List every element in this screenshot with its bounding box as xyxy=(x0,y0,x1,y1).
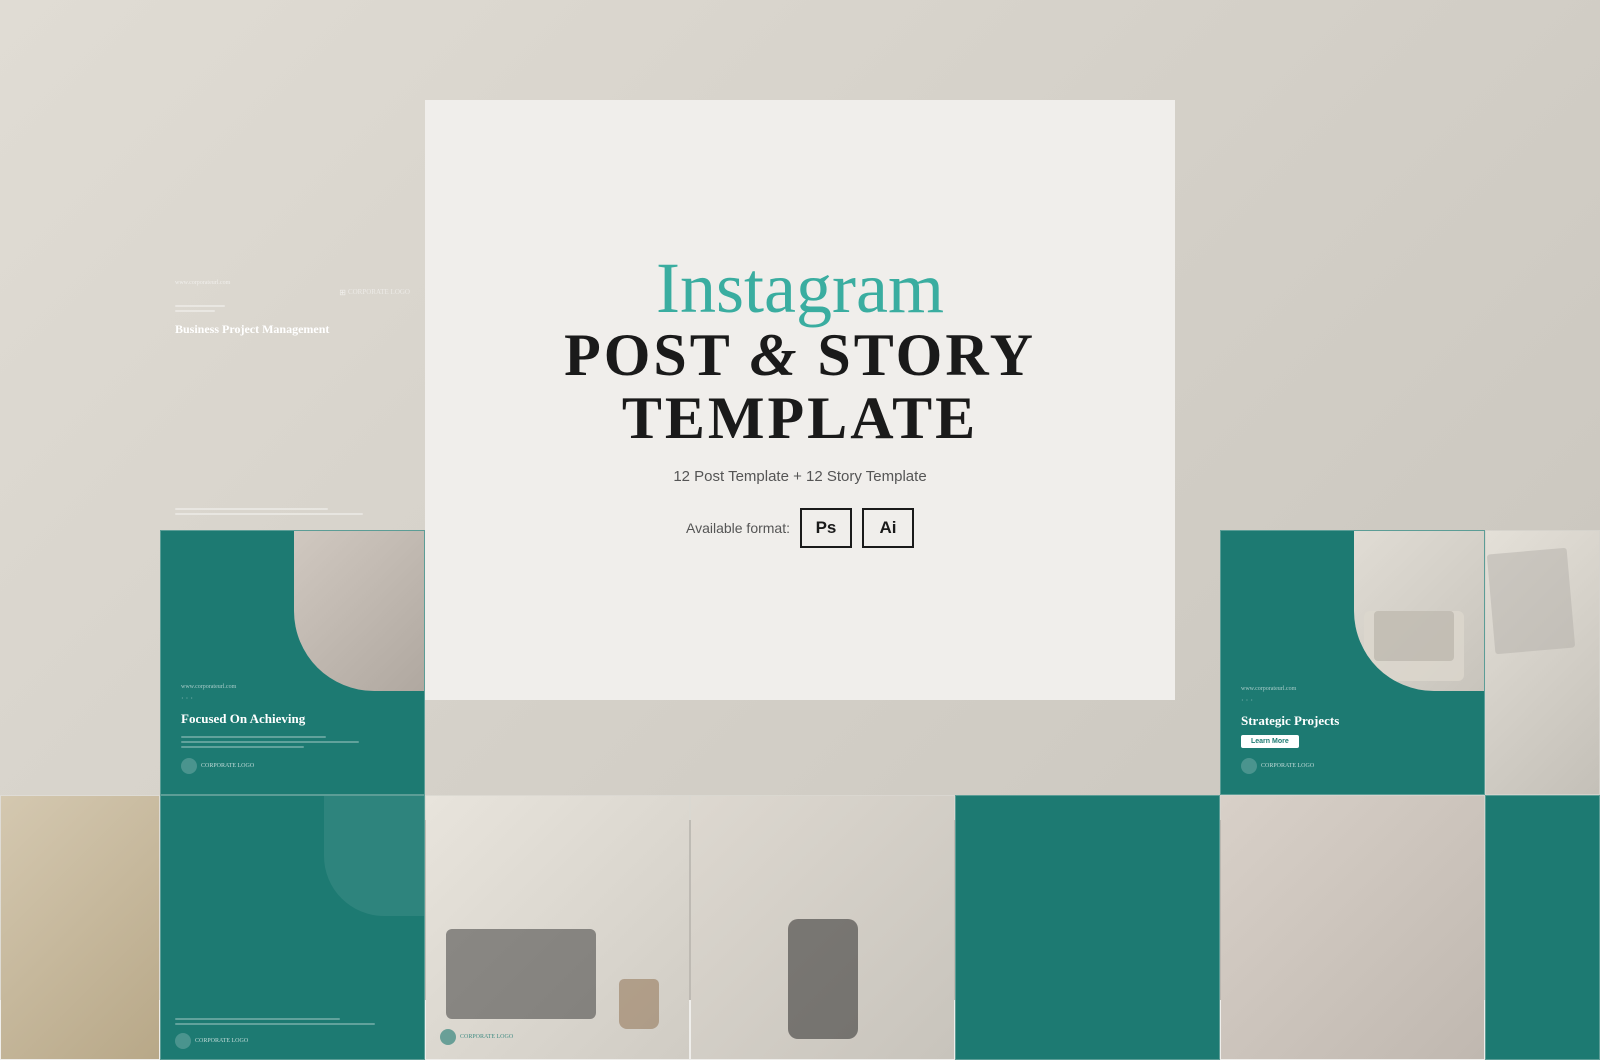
photo-laptop-coffee: CORPORATE LOGO xyxy=(425,795,690,1060)
template-text: TEMPLATE xyxy=(622,387,978,450)
subtitle-text: 12 Post Template + 12 Story Template xyxy=(673,468,926,485)
photo-notebook-partial xyxy=(1485,530,1600,795)
card-strategic-2: www.corporateurl.com ··· Strategic Proje… xyxy=(1220,530,1485,795)
card-focused: www.corporateurl.com ··· Focused On Achi… xyxy=(160,530,425,795)
card-bpm-bottom: www.corporateurl.com ··· 8 Business Proj… xyxy=(160,795,425,1060)
photo-basket-partial xyxy=(0,795,160,1060)
photo-hand-mobile xyxy=(690,795,955,1060)
photo-woman-basket xyxy=(1220,795,1485,1060)
instagram-script-text: Instagram xyxy=(656,252,944,324)
center-panel: Instagram POST & STORY TEMPLATE 12 Post … xyxy=(425,100,1175,700)
card-business-partial: www.corporateurl.com ··· Business Projec… xyxy=(1485,795,1600,1060)
card-strategic-bottom: www.corporateurl.com ··· Strategic Proje… xyxy=(955,795,1220,1060)
photo-woman-laptop-partial xyxy=(0,530,160,795)
format-ai-badge: Ai xyxy=(862,508,914,548)
learn-more-btn-4[interactable]: Learn More xyxy=(1241,735,1299,748)
format-label: Available format: xyxy=(686,520,790,536)
post-story-text: POST & STORY xyxy=(564,324,1036,387)
format-ps-badge: Ps xyxy=(800,508,852,548)
